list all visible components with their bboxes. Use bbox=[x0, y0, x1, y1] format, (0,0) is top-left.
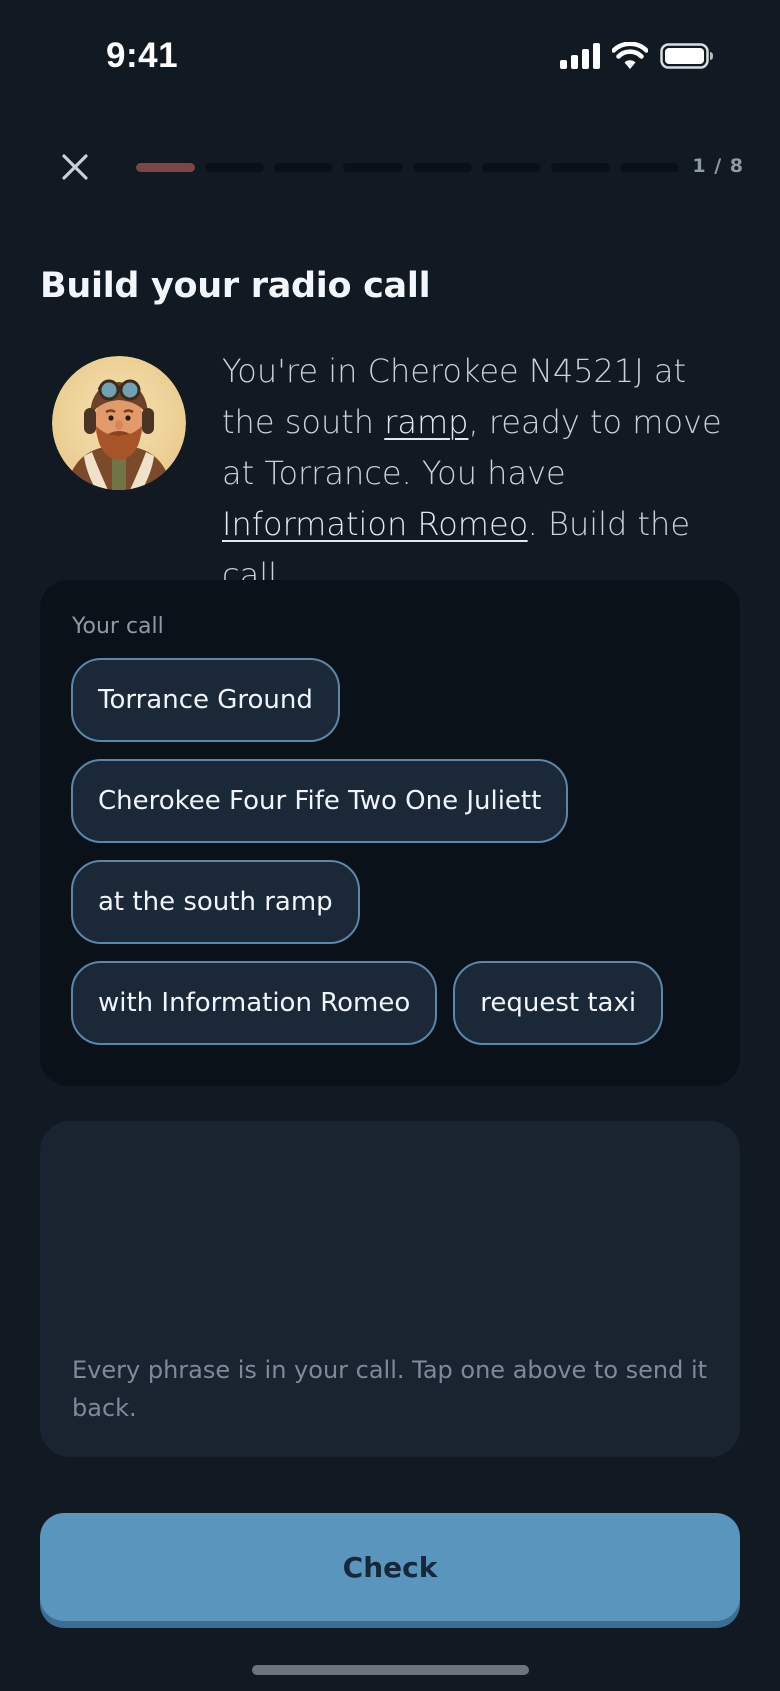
progress-counter: 1 / 8 bbox=[692, 155, 744, 177]
battery-icon bbox=[660, 43, 713, 69]
your-call-panel: Your call Torrance Ground Cherokee Four … bbox=[40, 580, 740, 1086]
home-indicator bbox=[252, 1665, 529, 1675]
close-button[interactable] bbox=[52, 144, 98, 190]
glossary-link-ramp[interactable]: ramp bbox=[384, 403, 468, 441]
status-time: 9:41 bbox=[106, 36, 179, 75]
check-button[interactable]: Check bbox=[40, 1513, 740, 1621]
progress-segment bbox=[274, 163, 334, 172]
phrase-chip[interactable]: at the south ramp bbox=[71, 860, 360, 944]
phrase-chip[interactable]: Torrance Ground bbox=[71, 658, 340, 742]
progress-bar bbox=[136, 163, 679, 172]
progress-segment bbox=[619, 163, 679, 172]
progress-segment bbox=[412, 163, 472, 172]
call-phrase-list: Torrance Ground Cherokee Four Fife Two O… bbox=[71, 658, 691, 1045]
phrase-chip[interactable]: Cherokee Four Fife Two One Juliett bbox=[71, 759, 569, 843]
progress-segment bbox=[481, 163, 541, 172]
glossary-link-information-romeo[interactable]: Information Romeo bbox=[222, 505, 528, 543]
progress-segment bbox=[136, 163, 196, 172]
page-title: Build your radio call bbox=[40, 266, 431, 306]
pilot-avatar bbox=[52, 356, 186, 490]
progress-segment bbox=[205, 163, 265, 172]
phrase-bank-hint: Every phrase is in your call. Tap one ab… bbox=[72, 1356, 708, 1422]
scenario-prompt: You're in Cherokee N4521J at the south r… bbox=[222, 346, 742, 601]
phrase-chip[interactable]: request taxi bbox=[453, 961, 664, 1045]
close-icon bbox=[62, 154, 88, 180]
progress-segment bbox=[343, 163, 403, 172]
progress-segment bbox=[550, 163, 610, 172]
wifi-icon bbox=[612, 42, 648, 69]
phrase-chip[interactable]: with Information Romeo bbox=[71, 961, 438, 1045]
cellular-signal-icon bbox=[560, 43, 600, 69]
phrase-bank: Every phrase is in your call. Tap one ab… bbox=[40, 1121, 740, 1457]
your-call-label: Your call bbox=[72, 614, 164, 639]
status-icons bbox=[560, 42, 714, 70]
